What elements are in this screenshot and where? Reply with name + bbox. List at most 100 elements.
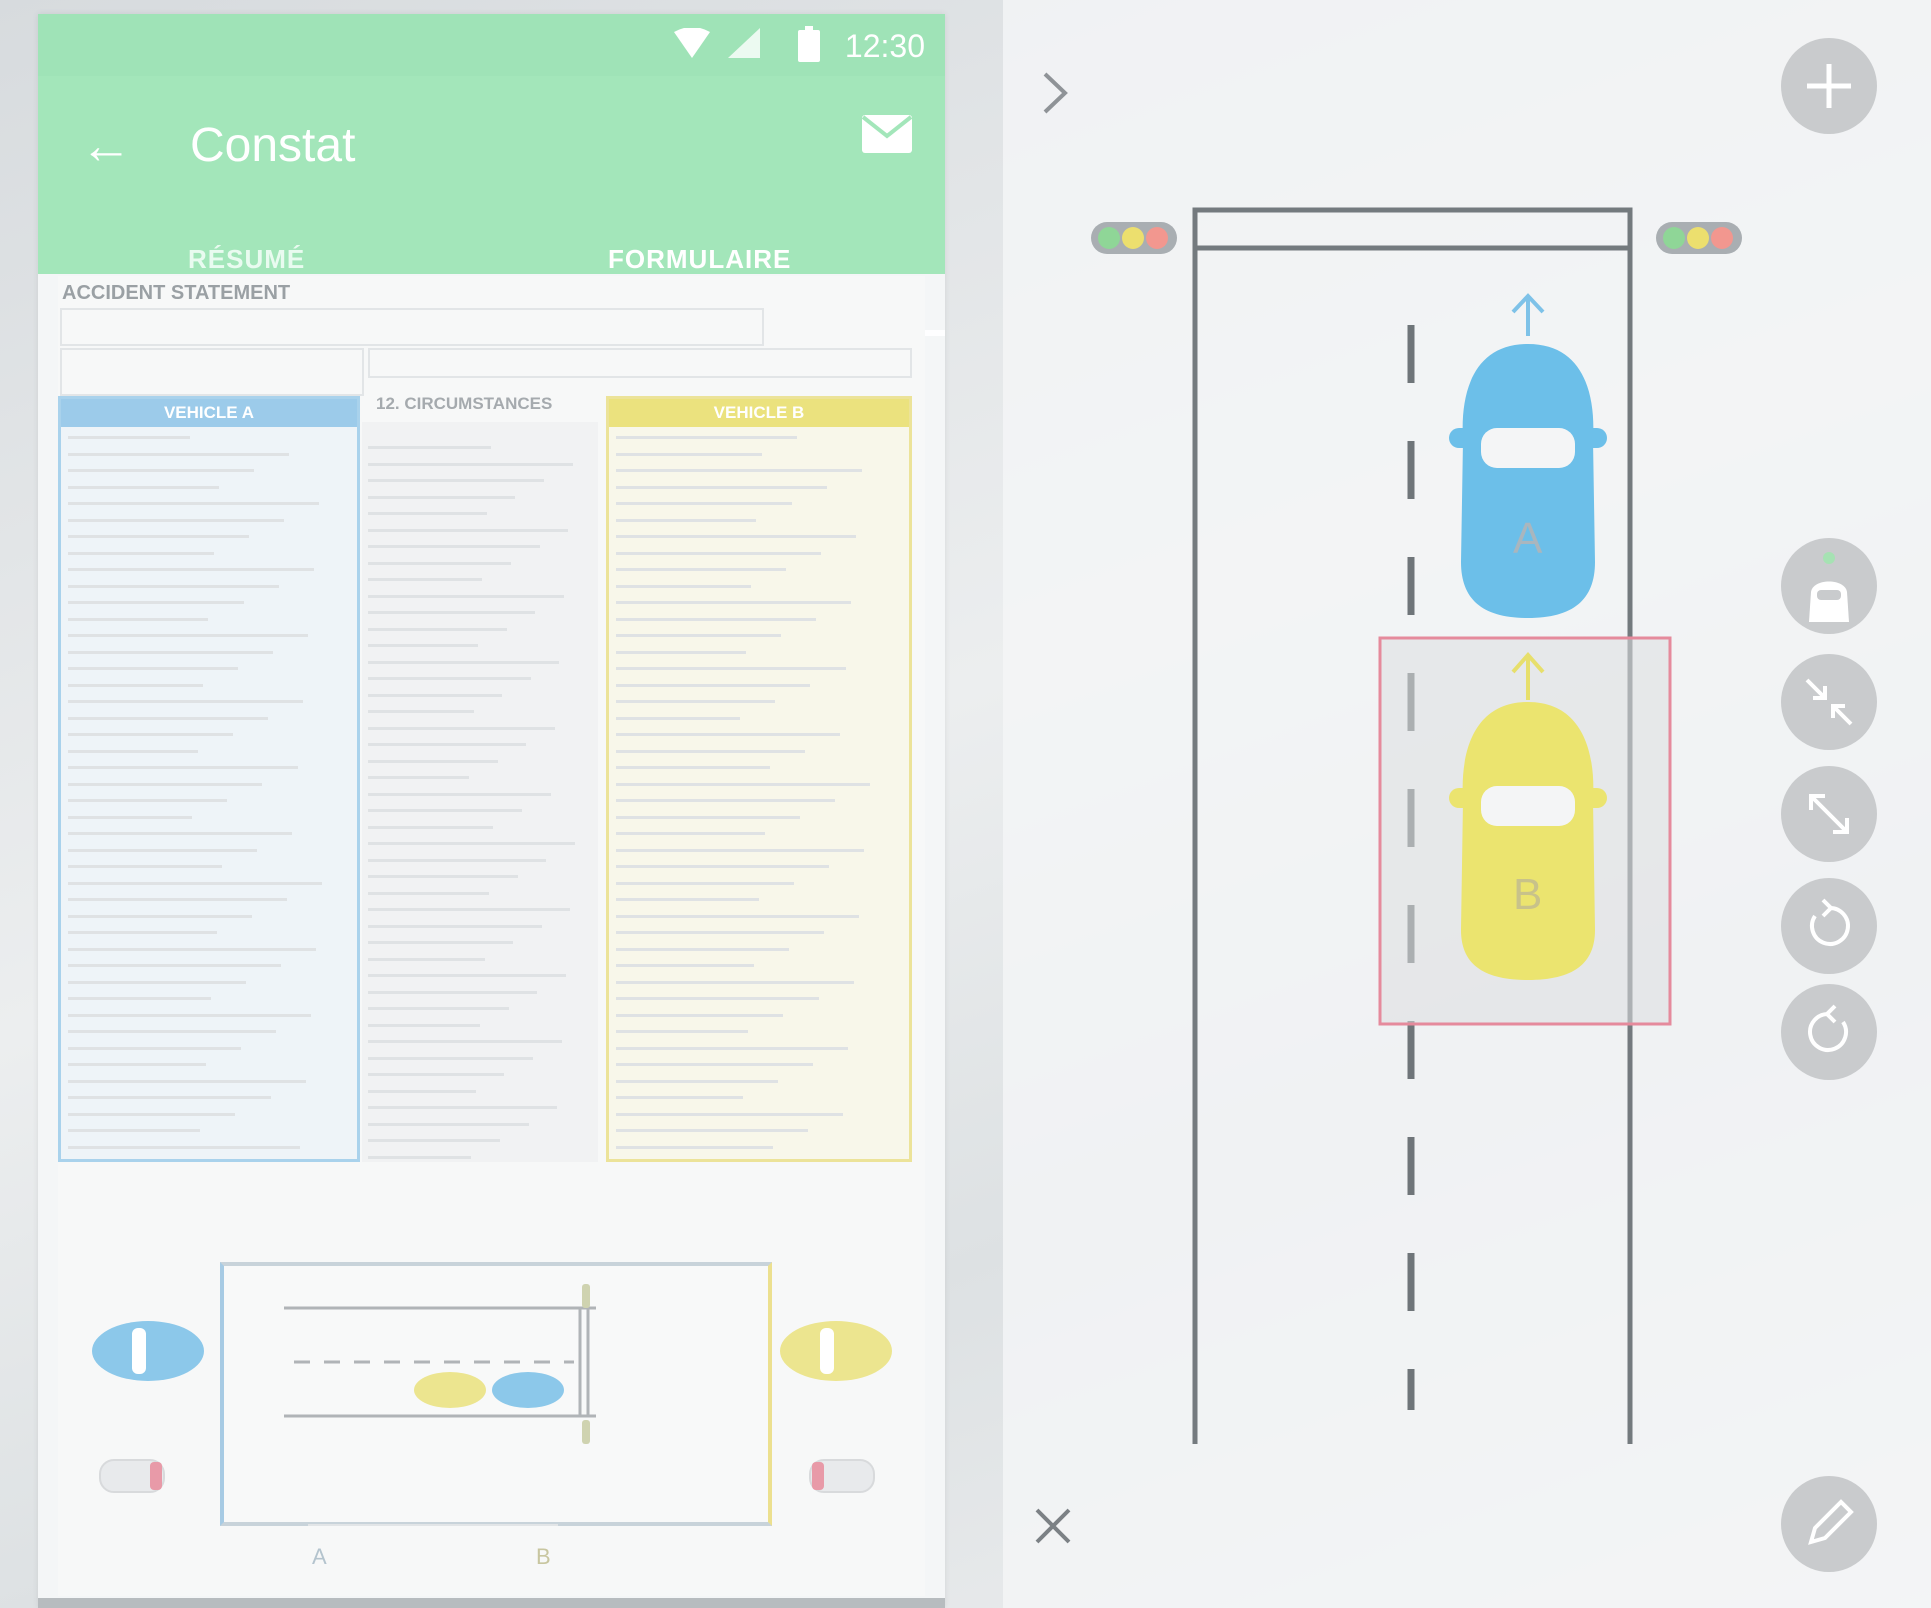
form-field-line <box>68 1145 301 1149</box>
car-b-preview <box>780 1321 892 1381</box>
form-field-line <box>368 594 564 598</box>
damage-a-preview <box>99 1459 165 1493</box>
form-field-line <box>68 1079 306 1083</box>
rotate-clockwise-button[interactable] <box>1781 878 1877 974</box>
form-field-line <box>68 733 233 736</box>
form-field-line <box>368 957 485 961</box>
form-field-line <box>368 1139 500 1142</box>
form-field-line <box>616 1030 749 1033</box>
form-field-line <box>616 617 816 621</box>
form-field-line <box>368 1056 533 1060</box>
edit-button[interactable] <box>1781 1476 1877 1572</box>
sketch-editor-panel[interactable]: A B <box>1003 0 1931 1608</box>
form-field-line <box>368 776 470 779</box>
rotate-counterclockwise-icon <box>1808 1004 1849 1052</box>
form-field-line <box>68 766 298 769</box>
form-field-line <box>616 650 746 654</box>
shrink-button[interactable] <box>1781 654 1877 750</box>
tab-formulaire[interactable]: FORMULAIRE <box>608 244 791 275</box>
signature-label-a: A <box>312 1544 327 1569</box>
form-field-line <box>616 1129 808 1132</box>
form-field-line <box>68 1112 236 1116</box>
form-field-line <box>68 832 293 835</box>
form-field-line <box>616 997 819 1000</box>
form-field-line <box>68 749 198 753</box>
form-field-line <box>68 469 255 472</box>
form-field-line <box>68 881 322 885</box>
signature-area[interactable] <box>308 1524 558 1586</box>
form-field-line <box>616 947 789 951</box>
car-tool-button[interactable] <box>1781 538 1877 634</box>
expand-button[interactable] <box>1781 766 1877 862</box>
wifi-icon <box>674 28 710 58</box>
form-field-line <box>368 446 492 449</box>
form-field-line <box>368 974 566 977</box>
battery-icon <box>798 26 820 62</box>
phone-screen: 12:30 ← Constat RÉSUMÉ FORMULAIRE ACCIDE… <box>38 14 945 1608</box>
form-field-line <box>616 1145 773 1149</box>
form-field-line <box>368 1007 509 1010</box>
form-field-line <box>368 578 483 581</box>
form-header-fields-3 <box>368 348 912 378</box>
car-icon <box>1809 552 1849 622</box>
form-field-line <box>68 568 314 571</box>
signal-icon <box>728 28 760 58</box>
form-field-line <box>368 759 498 763</box>
circumstances-header: 12. CIRCUMSTANCES <box>376 394 553 413</box>
form-field-line <box>68 980 247 984</box>
vehicle-a-label: A <box>1513 514 1543 563</box>
form-field-line <box>616 716 741 720</box>
form-field-line <box>68 782 263 786</box>
form-field-line <box>368 1106 558 1109</box>
form-field-line <box>68 914 252 918</box>
form-field-line <box>616 452 762 456</box>
form-field-line <box>68 452 290 456</box>
form-field-line <box>616 518 757 522</box>
tab-resume[interactable]: RÉSUMÉ <box>188 244 305 275</box>
form-field-line <box>68 815 193 819</box>
accident-statement-form[interactable]: ACCIDENT STATEMENT VEHICLE A 12. CIRCUMS… <box>58 276 925 1596</box>
form-field-line <box>68 997 212 1000</box>
app-bar: ← Constat RÉSUMÉ FORMULAIRE <box>38 76 945 336</box>
status-bar: 12:30 <box>38 14 945 76</box>
traffic-light-left[interactable] <box>1091 222 1177 254</box>
vehicle-a[interactable] <box>1449 293 1607 618</box>
form-field-line <box>616 964 754 967</box>
form-field-line <box>616 898 760 901</box>
form-field-line <box>368 693 503 697</box>
form-field-line <box>68 617 209 621</box>
form-field-line <box>368 1073 505 1076</box>
mail-icon[interactable] <box>861 114 913 154</box>
form-field-line <box>616 535 857 538</box>
form-field-line <box>616 601 851 604</box>
form-field-line <box>68 964 282 967</box>
form-field-line <box>616 865 830 868</box>
sketch-preview[interactable] <box>220 1262 772 1526</box>
form-field-line <box>368 1089 476 1093</box>
form-field-line <box>368 462 573 466</box>
status-time: 12:30 <box>844 28 925 64</box>
car-a-preview <box>92 1321 204 1381</box>
form-field-line <box>616 782 870 786</box>
form-field-line <box>616 436 797 439</box>
form-title: ACCIDENT STATEMENT <box>62 282 291 304</box>
form-field-line <box>68 799 228 802</box>
form-field-line <box>68 667 239 670</box>
form-field-line <box>68 931 217 934</box>
close-icon[interactable] <box>1033 1506 1073 1546</box>
form-field-line <box>68 683 203 687</box>
form-field-line <box>616 848 865 852</box>
traffic-light-right[interactable] <box>1656 222 1742 254</box>
form-field-line <box>68 848 257 852</box>
form-field-line <box>616 634 781 637</box>
form-field-line <box>616 980 854 984</box>
form-field-line <box>368 809 522 812</box>
form-field-line <box>368 1040 562 1043</box>
arrow-back-icon[interactable]: ← <box>80 116 132 176</box>
form-field-line <box>616 815 800 819</box>
form-field-line <box>68 485 220 489</box>
form-field-line <box>68 947 317 951</box>
rotate-clockwise-icon <box>1809 898 1850 946</box>
rotate-counterclockwise-button[interactable] <box>1781 984 1877 1080</box>
form-field-line <box>616 568 787 571</box>
